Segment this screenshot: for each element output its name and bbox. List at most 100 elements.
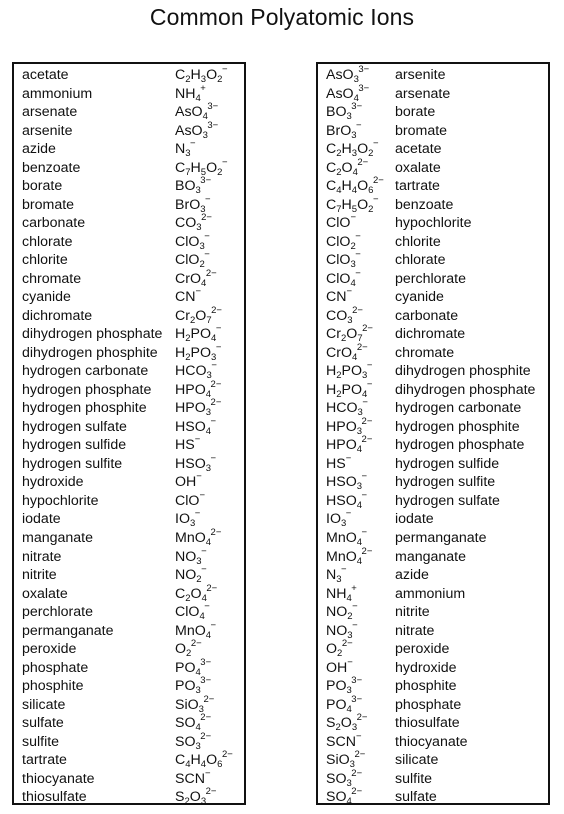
ion-name: chlorite [395, 233, 441, 250]
ion-formula: CO32− [175, 212, 212, 234]
table-row: hydrogen sulfate HSO4− [14, 417, 244, 437]
ion-name: perchlorate [22, 604, 93, 621]
table-row: perchlorate ClO4− [14, 602, 244, 622]
ion-formula: Cr2O72− [175, 304, 222, 326]
table-row: arsenate AsO43− [14, 101, 244, 123]
ion-name: dihydrogen phosphate [395, 381, 536, 398]
table-row: dihydrogen phosphate H2PO4− [14, 323, 244, 345]
table-row: azide N3− [14, 139, 244, 159]
ion-name: sulfate [395, 789, 437, 806]
table-row: ClO3− chlorate [318, 249, 548, 271]
ion-name: sulfate [22, 715, 64, 732]
ion-formula: CO32− [326, 304, 363, 326]
ion-formula: ClO2− [175, 249, 210, 271]
ion-name: phosphite [22, 678, 84, 695]
ion-name: thiocyanate [395, 733, 468, 750]
table-row: HSO4− hydrogen sulfate [318, 491, 548, 511]
ion-formula: AsO43− [175, 101, 219, 123]
ion-name: arsenate [22, 104, 78, 121]
table-row: thiosulfate S2O32− [14, 786, 244, 808]
ion-formula: S2O32− [175, 786, 217, 808]
ion-formula: ClO− [175, 489, 205, 509]
table-row: borate BO33− [14, 176, 244, 196]
table-row: HPO42− hydrogen phosphate [318, 435, 548, 455]
table-row: BrO3− bromate [318, 120, 548, 141]
ion-name: oxalate [22, 585, 68, 602]
ion-name: benzoate [395, 196, 454, 213]
table-row: BO33− borate [318, 102, 548, 122]
table-row: Cr2O72− dichromate [318, 324, 548, 344]
table-row: SiO32− silicate [318, 749, 548, 771]
ion-name: acetate [22, 67, 69, 83]
table-row: CrO42− chromate [318, 343, 548, 363]
table-row: hydrogen phosphate HPO42− [14, 380, 244, 400]
table-row: hydrogen sulfite HSO3− [14, 454, 244, 474]
ion-name: sulfite [395, 770, 433, 787]
table-row: HS− hydrogen sulfide [318, 452, 548, 474]
ions-by-name-table: acetate C2H3O2− ammonium NH4+ arsenate AsO43−… [12, 62, 246, 808]
ion-formula: NO2− [175, 564, 207, 586]
ion-formula: C2O42− [326, 156, 369, 178]
ion-name: permanganate [395, 530, 487, 546]
ion-name: hydrogen sulfate [395, 492, 500, 509]
ion-formula: PO33− [326, 675, 363, 697]
ion-name: cyanide [395, 289, 444, 306]
ion-name: manganate [22, 530, 93, 546]
table-row: iodate IO3− [14, 509, 244, 529]
table-row: PO43− phosphate [318, 694, 548, 715]
ion-formula: H2PO3− [326, 360, 373, 382]
table-row: MnO42− manganate [318, 546, 548, 567]
table-row: ClO4− perchlorate [318, 267, 548, 289]
ion-formula: PO33− [175, 675, 212, 697]
table-row: nitrate NO3− [14, 546, 244, 567]
ion-name: iodate [22, 511, 61, 528]
ion-name: chromate [22, 270, 82, 287]
ion-name: borate [395, 104, 436, 121]
table-row: CN− cyanide [318, 286, 548, 307]
table-row: permanganate MnO4− [14, 620, 244, 641]
table-row: hydroxide OH− [14, 472, 244, 492]
ion-name: chlorite [22, 252, 68, 269]
ion-formula: HS− [175, 434, 201, 454]
ion-formula: ClO− [326, 212, 356, 232]
ion-formula: H2PO4− [175, 323, 222, 345]
table-row: chromate CrO42− [14, 268, 244, 289]
ion-name: arsenite [22, 122, 73, 139]
ion-name: manganate [395, 548, 466, 565]
ion-name: ammonium [22, 85, 93, 102]
ion-name: nitrate [22, 548, 62, 565]
ion-name: hydrogen sulfite [22, 455, 123, 472]
ion-name: hypochlorite [22, 492, 99, 509]
ion-name: tartrate [22, 752, 67, 769]
ion-name: benzoate [22, 159, 81, 176]
table-row: phosphite PO33− [14, 675, 244, 697]
ion-formula: AsO33− [175, 119, 219, 141]
table-row: sulfite SO32− [14, 731, 244, 752]
ion-formula: MnO4− [326, 527, 368, 548]
ion-name: acetate [395, 141, 442, 158]
table-row: AsO33− arsenite [318, 65, 548, 85]
table-row: manganate MnO42− [14, 528, 244, 548]
ion-formula: ClO3− [326, 249, 361, 271]
table-row: acetate C2H3O2− [14, 65, 244, 85]
ion-name: borate [22, 178, 63, 195]
ion-name: perchlorate [395, 270, 466, 287]
ion-name: arsenite [395, 67, 446, 83]
ion-formula: NO2− [326, 601, 358, 623]
ion-name: hydrogen phosphite [395, 418, 520, 435]
ion-name: oxalate [395, 159, 441, 176]
ion-formula: ClO4− [326, 267, 361, 289]
ion-formula: C2O42− [175, 582, 218, 604]
table-row: PO33− phosphite [318, 675, 548, 697]
ion-name: iodate [395, 511, 434, 528]
ion-formula: CN− [326, 286, 353, 306]
ion-name: thiosulfate [395, 715, 460, 732]
table-row: chlorite ClO2− [14, 249, 244, 271]
table-row: HCO3− hydrogen carbonate [318, 398, 548, 418]
table-row: nitrite NO2− [14, 564, 244, 586]
ion-formula: HS− [326, 452, 352, 472]
table-row: C4H4O62− tartrate [318, 176, 548, 196]
ion-formula: SiO32− [326, 749, 366, 771]
table-row: dichromate Cr2O72− [14, 304, 244, 326]
table-row: hydrogen carbonate HCO3− [14, 361, 244, 381]
